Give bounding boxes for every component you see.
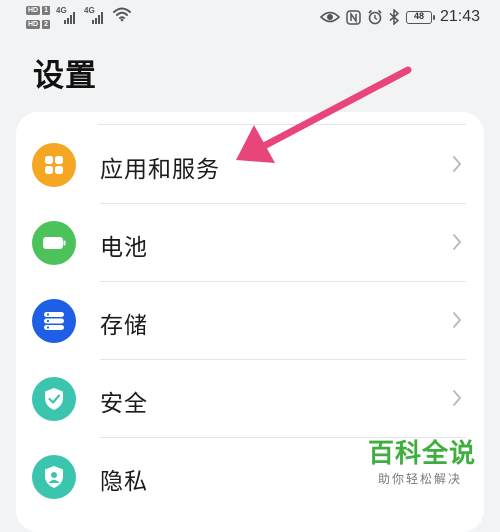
watermark-title: 百科全说 (368, 439, 477, 469)
watermark-subtitle: 助你轻松解决 (378, 472, 463, 486)
watermark: 百科全说 助你轻松解决 (368, 438, 496, 487)
annotation-arrow-icon (236, 66, 412, 163)
